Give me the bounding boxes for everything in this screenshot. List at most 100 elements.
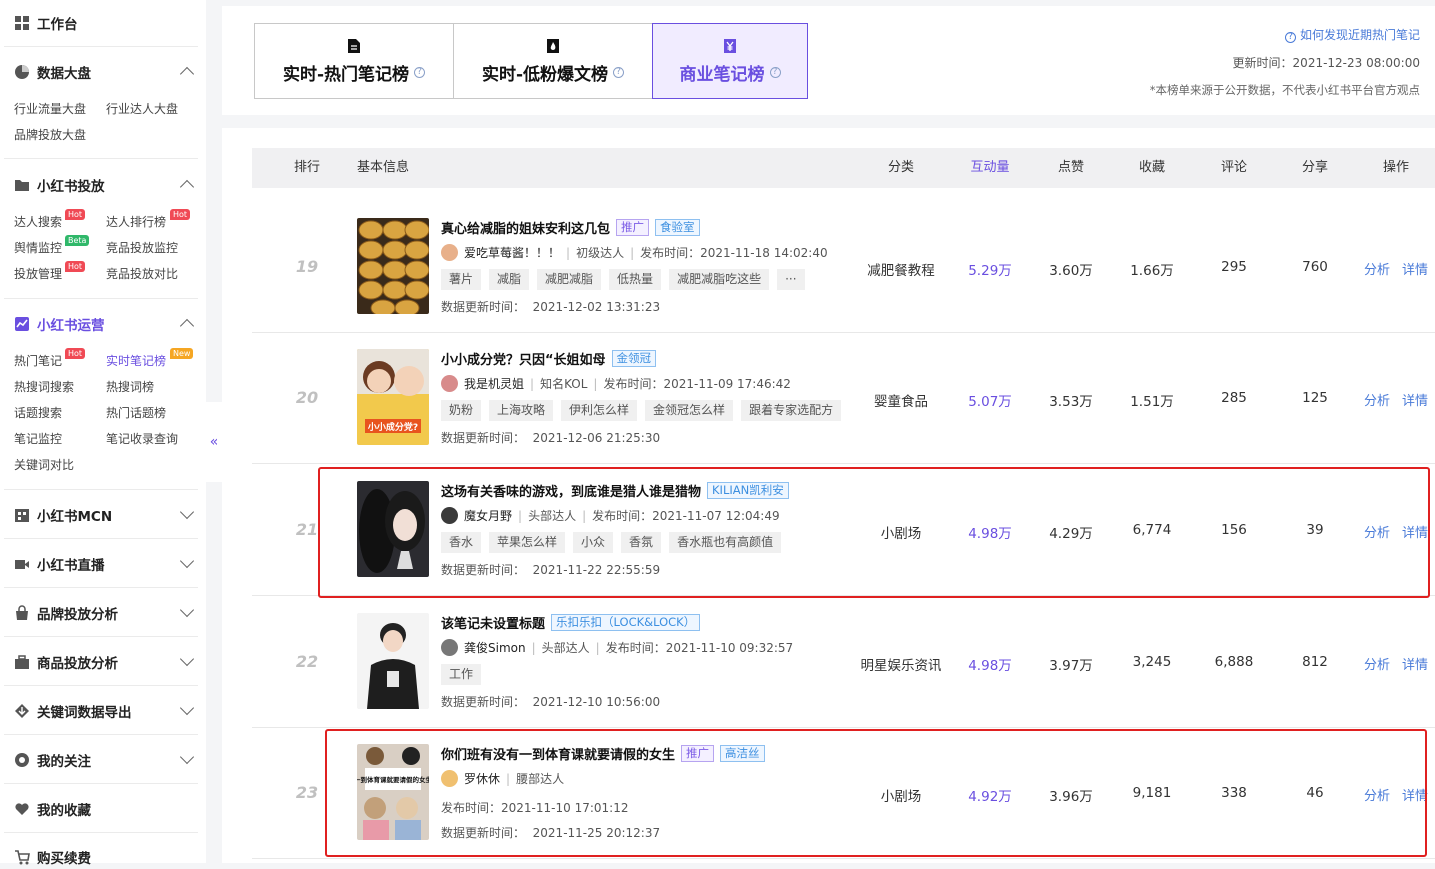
avatar[interactable] bbox=[441, 244, 458, 261]
detail-link[interactable]: 详情 bbox=[1402, 259, 1428, 278]
analyze-link[interactable]: 分析 bbox=[1364, 259, 1390, 278]
sidebar-section-brand-analysis[interactable]: 品牌投放分析 bbox=[14, 602, 118, 624]
chevron-up-icon[interactable] bbox=[179, 179, 195, 195]
brand-tag[interactable]: 食验室 bbox=[655, 219, 700, 236]
sidebar-item-realtime-rank[interactable]: 实时笔记榜 bbox=[106, 352, 166, 369]
sidebar-item-hot-word-rank[interactable]: 热搜词榜 bbox=[106, 378, 154, 395]
column-header-shares[interactable]: 分享 bbox=[1277, 148, 1353, 188]
keyword-chip[interactable]: 伊利怎么样 bbox=[561, 400, 638, 421]
author-name[interactable]: 我是机灵姐 bbox=[464, 375, 524, 392]
sidebar-section-label: 数据大盘 bbox=[37, 66, 91, 82]
sidebar-item-hot-word-search[interactable]: 热搜词搜索 bbox=[14, 378, 74, 395]
publish-label: 发布时间： bbox=[605, 641, 666, 655]
sidebar-item-kol-ranking[interactable]: 达人排行榜 bbox=[106, 213, 166, 230]
sidebar-item-note-monitor[interactable]: 笔记监控 bbox=[14, 430, 62, 447]
author-name[interactable]: 龚俊Simon bbox=[464, 639, 526, 656]
tab-commercial-notes[interactable]: 商业笔记榜? bbox=[652, 23, 808, 99]
keyword-chip[interactable]: 低热量 bbox=[609, 269, 662, 290]
detail-link[interactable]: 详情 bbox=[1402, 390, 1428, 409]
sidebar-section-live[interactable]: 小红书直播 bbox=[14, 553, 105, 575]
sidebar-section-purchase[interactable]: 购买续费 bbox=[14, 846, 91, 868]
sidebar-item-competitor-compare[interactable]: 竞品投放对比 bbox=[106, 265, 178, 282]
keyword-chip[interactable]: 金领冠怎么样 bbox=[645, 400, 734, 421]
sidebar-item-kol-search[interactable]: 达人搜索 bbox=[14, 213, 62, 230]
chevron-down-icon[interactable] bbox=[179, 602, 195, 618]
video-camera-icon bbox=[14, 556, 30, 572]
chevron-up-icon[interactable] bbox=[179, 318, 195, 334]
sidebar-item-competitor-monitor[interactable]: 竞品投放监控 bbox=[106, 239, 178, 256]
brand-tag[interactable]: 金领冠 bbox=[611, 350, 657, 367]
sidebar-item-note-index-query[interactable]: 笔记收录查询 bbox=[106, 430, 178, 447]
analyze-link[interactable]: 分析 bbox=[1364, 654, 1390, 673]
brand-tag[interactable]: 乐扣乐扣（LOCK&LOCK） bbox=[551, 614, 701, 631]
note-author: 龚俊Simon | 头部达人 | 发布时间： 2021-11-10 09:32:57 bbox=[441, 639, 793, 656]
keyword-chip[interactable]: 工作 bbox=[441, 664, 482, 685]
sidebar-item-keyword-compare[interactable]: 关键词对比 bbox=[14, 456, 74, 473]
help-icon[interactable]: ? bbox=[769, 66, 781, 78]
sidebar-item-industry-kol[interactable]: 行业达人大盘 bbox=[106, 100, 178, 117]
sidebar-section-label: 我的收藏 bbox=[37, 803, 91, 819]
help-link[interactable]: ? 如何发现近期热门笔记 bbox=[1284, 26, 1420, 43]
keyword-chip[interactable]: 减脂 bbox=[489, 269, 530, 290]
tab-realtime-hot-notes[interactable]: 实时-热门笔记榜? bbox=[254, 23, 454, 99]
keyword-chip[interactable]: ··· bbox=[777, 269, 805, 290]
sidebar-item-industry-traffic[interactable]: 行业流量大盘 bbox=[14, 100, 86, 117]
column-header-favorites[interactable]: 收藏 bbox=[1114, 148, 1190, 188]
avatar[interactable] bbox=[441, 639, 458, 656]
sidebar-section-mcn[interactable]: 小红书MCN bbox=[14, 504, 112, 526]
note-title[interactable]: 该笔记未设置标题 bbox=[441, 613, 545, 632]
note-thumbnail[interactable] bbox=[357, 613, 429, 709]
detail-link[interactable]: 详情 bbox=[1402, 654, 1428, 673]
column-header-interactions[interactable]: 互动量 bbox=[952, 148, 1028, 188]
note-thumbnail[interactable]: 小小成分党? bbox=[357, 349, 429, 445]
keyword-chip[interactable]: 跟着专家选配方 bbox=[741, 400, 842, 421]
analyze-link[interactable]: 分析 bbox=[1364, 390, 1390, 409]
column-header-comments[interactable]: 评论 bbox=[1196, 148, 1272, 188]
chevron-down-icon[interactable] bbox=[179, 700, 195, 716]
highlight-box bbox=[318, 467, 1430, 598]
promotion-tag[interactable]: 推广 bbox=[616, 219, 650, 236]
sidebar-item-placement-mgmt[interactable]: 投放管理 bbox=[14, 265, 62, 282]
keyword-chip[interactable]: 薯片 bbox=[441, 269, 482, 290]
help-icon[interactable]: ? bbox=[613, 66, 625, 78]
column-header-likes[interactable]: 点赞 bbox=[1033, 148, 1109, 188]
sidebar-section-following[interactable]: 我的关注 bbox=[14, 749, 91, 771]
chevron-down-icon[interactable] bbox=[179, 651, 195, 667]
table-row[interactable]: 19 真心给减脂的姐妹安利这几包 推广 食验室 爱吃草莓酱！！！ | 初级达人 | 发布时间… bbox=[252, 201, 1435, 333]
sidebar-section-keyword-export[interactable]: 关键词数据导出 bbox=[14, 700, 132, 722]
table-row[interactable]: 22 该笔记未设置标题 乐扣乐扣（LOCK&LOCK） 龚俊Simon | 头部达人 |… bbox=[252, 596, 1435, 728]
sidebar-item-brand-placement[interactable]: 品牌投放大盘 bbox=[14, 126, 86, 143]
keyword-chip[interactable]: 减肥减脂 bbox=[537, 269, 602, 290]
sidebar-item-hot-notes[interactable]: 热门笔记 bbox=[14, 352, 62, 369]
tab-label: 实时-低粉爆文榜 bbox=[481, 64, 609, 85]
chevron-down-icon[interactable] bbox=[179, 504, 195, 520]
sidebar-item-topic-search[interactable]: 话题搜索 bbox=[14, 404, 62, 421]
sidebar-section-xhs-ops[interactable]: 小红书运营 bbox=[14, 313, 105, 335]
keyword-chip[interactable]: 奶粉 bbox=[441, 400, 482, 421]
keyword-chip[interactable]: 减肥减脂吃这些 bbox=[669, 269, 770, 290]
tab-realtime-low-fan[interactable]: 实时-低粉爆文榜? bbox=[453, 23, 653, 99]
chevron-up-icon[interactable] bbox=[179, 66, 195, 82]
sidebar-section-favorites[interactable]: 我的收藏 bbox=[14, 798, 91, 820]
sidebar-section-xhs-placement[interactable]: 小红书投放 bbox=[14, 174, 105, 196]
avatar[interactable] bbox=[441, 375, 458, 392]
sidebar-item-sentiment[interactable]: 舆情监控 bbox=[14, 239, 62, 256]
collapse-sidebar-button[interactable]: « bbox=[206, 402, 222, 482]
keyword-chip[interactable]: 上海攻略 bbox=[489, 400, 554, 421]
grid-icon bbox=[14, 15, 30, 31]
chevron-down-icon[interactable] bbox=[179, 749, 195, 765]
note-thumbnail[interactable] bbox=[357, 218, 429, 314]
sidebar-section-data-dashboard[interactable]: 数据大盘 bbox=[14, 61, 91, 83]
sidebar-item-hot-topic-rank[interactable]: 热门话题榜 bbox=[106, 404, 166, 421]
chevron-down-icon[interactable] bbox=[179, 553, 195, 569]
table-row[interactable]: 20 小小成分党? 小小成分党？只因“长姐如母 金领冠 我是机灵姐 | 知名KOL | 发… bbox=[252, 332, 1435, 464]
likes-cell: 3.60万 bbox=[1049, 263, 1093, 279]
note-thumbnail-image: 小小成分党? bbox=[357, 349, 429, 445]
note-title[interactable]: 小小成分党？只因“长姐如母 bbox=[441, 349, 606, 368]
note-title[interactable]: 真心给减脂的姐妹安利这几包 bbox=[441, 218, 610, 237]
sidebar-section-product-analysis[interactable]: 商品投放分析 bbox=[14, 651, 118, 673]
divider bbox=[4, 298, 198, 299]
author-name[interactable]: 爱吃草莓酱！！！ bbox=[464, 244, 560, 261]
help-icon[interactable]: ? bbox=[414, 66, 426, 78]
sidebar-workbench[interactable]: 工作台 bbox=[14, 12, 78, 34]
